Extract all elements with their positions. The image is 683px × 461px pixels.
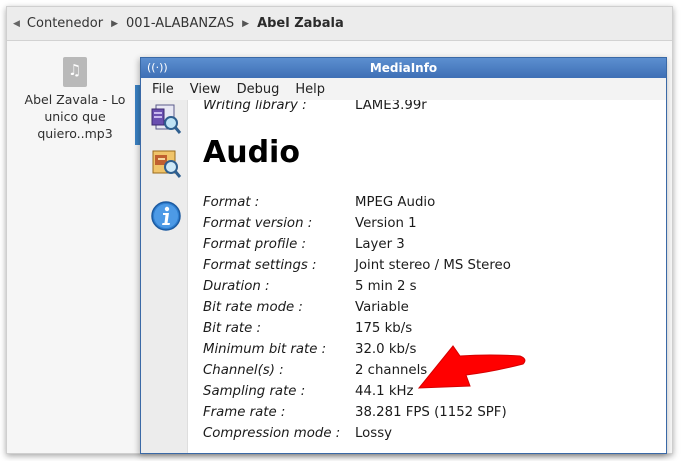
breadcrumb-item-alabanzas[interactable]: 001-ALABANZAS (126, 16, 234, 31)
info-value: 32.0 kb/s (355, 342, 417, 357)
file-item-mp3[interactable]: ♫ Abel Zavala - Lo unico que quiero..mp3 (19, 57, 131, 142)
info-value: MPEG Audio (355, 195, 436, 210)
menu-debug[interactable]: Debug (228, 82, 287, 97)
info-value: Version 1 (355, 216, 417, 231)
info-key: Bit rate : (203, 321, 261, 336)
window-title: MediaInfo (369, 61, 438, 75)
section-heading-audio: Audio (203, 135, 300, 170)
breadcrumb-item-abel-zabala[interactable]: Abel Zabala (257, 16, 344, 31)
mediainfo-app-icon[interactable]: ((·)) (147, 61, 168, 74)
info-key: Minimum bit rate : (203, 342, 327, 357)
info-key: Writing library : (203, 100, 307, 113)
menu-help[interactable]: Help (286, 82, 332, 97)
info-icon[interactable] (150, 200, 182, 232)
menu-file[interactable]: File (143, 82, 181, 97)
breadcrumb-item-contenedor[interactable]: Contenedor (27, 16, 103, 31)
menu-bar: File View Debug Help (141, 78, 666, 100)
audio-file-icon: ♫ (63, 57, 87, 87)
info-key: Bit rate mode : (203, 300, 303, 315)
info-key: Duration : (203, 279, 270, 294)
menu-view[interactable]: View (181, 82, 228, 97)
info-value: Lossy (355, 426, 393, 441)
info-key: Frame rate : (203, 405, 286, 420)
info-value: 2 channels (355, 363, 428, 378)
info-value: 44.1 kHz (355, 384, 414, 399)
info-value: Layer 3 (355, 237, 405, 252)
breadcrumb-separator-icon: ▶ (242, 18, 250, 29)
info-key: Compression mode : (203, 426, 341, 441)
tree-view-icon[interactable] (150, 147, 182, 179)
breadcrumb-separator-icon: ▶ (111, 18, 118, 29)
side-toolbar (141, 100, 188, 453)
file-name-label: Abel Zavala - Lo unico que quiero..mp3 (24, 92, 126, 141)
breadcrumb: ◀ Contenedor ▶ 001-ALABANZAS ▶ Abel Zaba… (7, 7, 672, 41)
info-value: Variable (355, 300, 409, 315)
title-bar[interactable]: ((·)) MediaInfo (141, 58, 666, 78)
info-value: 38.281 FPS (1152 SPF) (355, 405, 507, 420)
info-value: LAME3.99r (355, 100, 427, 113)
media-info-panel: Writing library : LAME3.99r Audio Format… (189, 100, 666, 453)
info-key: Format profile : (203, 237, 307, 252)
mediainfo-window: ((·)) MediaInfo File View Debug Help Wri… (140, 57, 667, 454)
info-key: Sampling rate : (203, 384, 306, 399)
info-value: Joint stereo / MS Stereo (355, 258, 511, 273)
info-value: 5 min 2 s (355, 279, 417, 294)
sheet-view-icon[interactable] (150, 103, 182, 135)
breadcrumb-left-arrow-icon[interactable]: ◀ (13, 19, 20, 29)
info-key: Channel(s) : (203, 363, 284, 378)
info-key: Format : (203, 195, 260, 210)
info-key: Format settings : (203, 258, 317, 273)
info-value: 175 kb/s (355, 321, 413, 336)
info-key: Format version : (203, 216, 313, 231)
